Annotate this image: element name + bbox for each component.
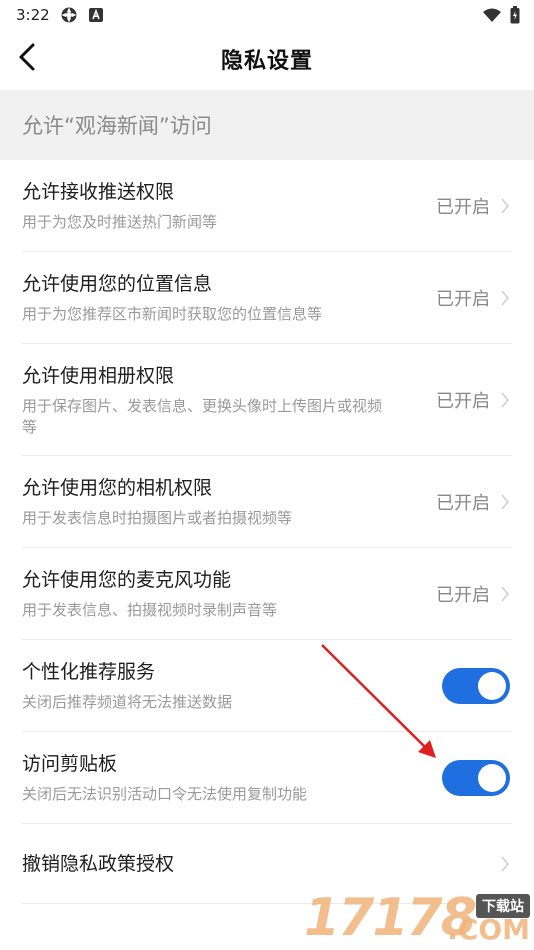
row-desc: 关闭后推荐频道将无法推送数据: [22, 693, 233, 711]
watermark-logo: 17178 下载站 .COM: [304, 888, 534, 950]
row-title: 允许使用相册权限: [22, 364, 175, 387]
settings-cog-icon: [60, 6, 78, 24]
row-title: 允许使用您的位置信息: [22, 273, 213, 295]
section-header: 允许“观海新闻”访问: [0, 90, 534, 160]
row-title: 撤销隐私政策授权: [22, 852, 175, 875]
section-title: 允许“观海新闻”访问: [22, 114, 212, 138]
back-button[interactable]: [10, 42, 44, 76]
toggle-knob: [478, 671, 506, 700]
permission-row-camera[interactable]: 允许使用您的相机权限 用于发表信息时拍摄图片或者拍摄视频等 已开启: [22, 456, 512, 548]
wifi-icon: [482, 7, 502, 23]
chevron-left-icon: [17, 42, 37, 76]
status-text: 已开启: [436, 288, 490, 310]
chevron-right-icon: [498, 195, 512, 217]
row-desc: 用于发表信息、拍摄视频时录制声音等: [22, 601, 278, 619]
permission-list: 允许接收推送权限 用于为您及时推送热门新闻等 已开启 允许使用您的位置信息 用于…: [0, 160, 534, 904]
clipboard-toggle[interactable]: [442, 759, 510, 796]
row-desc: 用于为您及时推送热门新闻等: [22, 213, 218, 231]
chevron-right-icon: [498, 853, 512, 875]
permission-row-push[interactable]: 允许接收推送权限 用于为您及时推送热门新闻等 已开启: [22, 160, 512, 252]
row-title: 允许使用您的相机权限: [22, 477, 213, 499]
status-text: 已开启: [436, 390, 490, 412]
row-desc: 用于保存图片、发表信息、更换头像时上传图片或视频等: [22, 396, 383, 436]
permission-row-location[interactable]: 允许使用您的位置信息 用于为您推荐区市新闻时获取您的位置信息等 已开启: [22, 252, 512, 344]
status-text: 已开启: [436, 492, 490, 514]
status-time: 3:22: [16, 6, 50, 24]
font-a-icon: [88, 7, 104, 23]
permission-row-album[interactable]: 允许使用相册权限 用于保存图片、发表信息、更换头像时上传图片或视频等 已开启: [22, 344, 512, 456]
permission-row-microphone[interactable]: 允许使用您的麦克风功能 用于发表信息、拍摄视频时录制声音等 已开启: [22, 548, 512, 640]
row-title: 允许接收推送权限: [22, 181, 175, 203]
row-desc: 关闭后无法识别活动口令无法使用复制功能: [22, 785, 308, 803]
status-text: 已开启: [436, 584, 490, 606]
battery-icon: [510, 6, 520, 24]
chevron-right-icon: [498, 287, 512, 309]
page-title: 隐私设置: [220, 49, 313, 74]
watermark-com: .COM: [447, 913, 530, 946]
status-text: 已开启: [436, 196, 490, 218]
nav-bar: 隐私设置: [0, 30, 534, 88]
chevron-right-icon: [498, 389, 512, 411]
toggle-row-clipboard: 访问剪贴板 关闭后无法识别活动口令无法使用复制功能: [22, 732, 512, 824]
row-title: 访问剪贴板: [22, 753, 118, 775]
personalized-toggle[interactable]: [442, 667, 510, 704]
row-title: 个性化推荐服务: [22, 661, 156, 683]
row-desc: 用于为您推荐区市新闻时获取您的位置信息等: [22, 305, 323, 323]
row-desc: 用于发表信息时拍摄图片或者拍摄视频等: [22, 509, 293, 527]
toggle-knob: [478, 763, 506, 792]
toggle-row-personalized: 个性化推荐服务 关闭后推荐频道将无法推送数据: [22, 640, 512, 732]
chevron-right-icon: [498, 583, 512, 605]
row-title: 允许使用您的麦克风功能: [22, 569, 232, 591]
status-bar: 3:22: [0, 0, 534, 30]
chevron-right-icon: [498, 491, 512, 513]
